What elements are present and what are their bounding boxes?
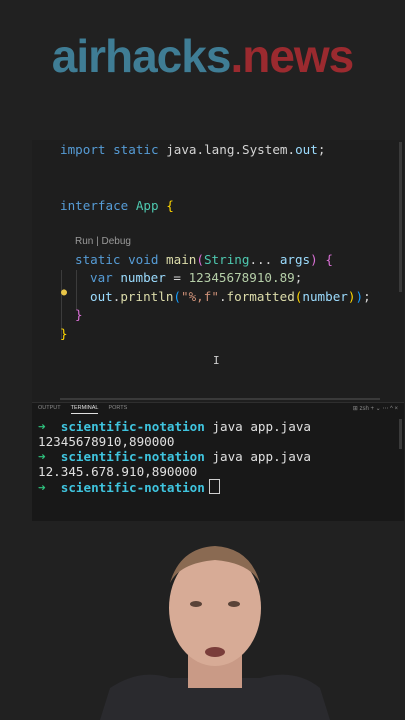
keyword-static: static [113, 142, 159, 157]
tab-output[interactable]: OUTPUT [38, 405, 61, 413]
dot: . [218, 289, 227, 304]
number-literal: 12345678910.89 [188, 270, 295, 285]
code-line-main[interactable]: static void main(String... args) { [75, 252, 333, 268]
tab-terminal[interactable]: TERMINAL [70, 405, 99, 414]
code-line-interface[interactable]: interface App { [60, 198, 174, 214]
terminal-output-line: 12.345.678.910,890000 [38, 464, 198, 479]
keyword-interface: interface [60, 198, 129, 213]
logo-dot: . [230, 30, 243, 82]
code-editor[interactable]: import static java.lang.System.out; inte… [32, 140, 404, 402]
import-path: java.lang.System. [166, 142, 296, 157]
presenter-video [100, 546, 330, 720]
keyword-static: static [75, 252, 121, 267]
terminal-scrollbar[interactable] [399, 419, 402, 449]
terminal-cursor [208, 479, 220, 494]
keyword-import: import [60, 142, 106, 157]
panel-tabs: OUTPUT TERMINAL PORTS [38, 405, 137, 417]
format-string: "%,f" [181, 289, 219, 304]
prompt-arrow-icon: ➜ [38, 419, 46, 434]
prompt-arrow-icon: ➜ [38, 480, 46, 495]
code-line-import[interactable]: import static java.lang.System.out; [60, 142, 325, 158]
lightbulb-icon[interactable]: ● [61, 287, 67, 298]
prompt-directory: scientific-notation [60, 449, 205, 464]
open-brace: { [325, 252, 333, 267]
editor-vertical-scrollbar[interactable] [399, 142, 402, 292]
type-string: String [203, 252, 250, 267]
import-out: out [295, 142, 318, 157]
tab-ports[interactable]: PORTS [108, 405, 127, 413]
variable-number: number [120, 270, 166, 285]
out-ref: out [90, 289, 113, 304]
method-main: main [166, 252, 197, 267]
logo-part-airhacks: airhacks [51, 30, 232, 82]
interface-name: App [135, 198, 159, 213]
paren-open: ( [173, 289, 182, 304]
terminal-prompt-line: ➜ scientific-notation java app.java [38, 449, 311, 464]
airhacks-logo: airhacks.news [0, 30, 405, 82]
keyword-void: void [128, 252, 159, 267]
open-brace: { [166, 198, 174, 213]
prompt-command: java app.java [212, 449, 311, 464]
close-brace-main[interactable]: } [75, 307, 83, 323]
terminal-output-line: 12345678910,890000 [38, 434, 175, 449]
param-args: args [279, 252, 311, 267]
paren-close: ) [310, 252, 318, 267]
paren-close: ) [355, 289, 364, 304]
semicolon: ; [317, 142, 326, 157]
editor-horizontal-scrollbar[interactable] [60, 398, 380, 400]
arg-number: number [302, 289, 348, 304]
semicolon: ; [294, 270, 303, 285]
varargs: ... [249, 252, 280, 267]
terminal-prompt-line[interactable]: ➜ scientific-notation [38, 479, 220, 495]
terminal-prompt-line: ➜ scientific-notation java app.java [38, 419, 311, 434]
indent-guide [76, 270, 77, 310]
logo-part-news: news [242, 30, 354, 82]
terminal-toolbar[interactable]: ⊞ zsh + ⌄ ⋯ ^ × [353, 405, 398, 412]
assign: = [165, 270, 189, 285]
prompt-directory: scientific-notation [60, 419, 205, 434]
code-line-println[interactable]: out.println("%,f".formatted(number)); [90, 289, 371, 305]
method-formatted: formatted [226, 289, 295, 304]
paren-open: ( [196, 252, 204, 267]
text-cursor-icon: I [213, 354, 220, 367]
prompt-arrow-icon: ➜ [38, 449, 46, 464]
method-println: println [120, 289, 174, 304]
code-line-var[interactable]: var number = 12345678910.89; [90, 270, 302, 286]
prompt-directory: scientific-notation [60, 480, 205, 495]
bottom-panel: OUTPUT TERMINAL PORTS ⊞ zsh + ⌄ ⋯ ^ × ➜ sc… [32, 402, 404, 521]
prompt-command: java app.java [212, 419, 311, 434]
run-debug-codelens[interactable]: Run | Debug [75, 236, 131, 247]
keyword-var: var [90, 270, 113, 285]
close-brace-interface[interactable]: } [60, 326, 68, 342]
semicolon: ; [363, 289, 371, 304]
